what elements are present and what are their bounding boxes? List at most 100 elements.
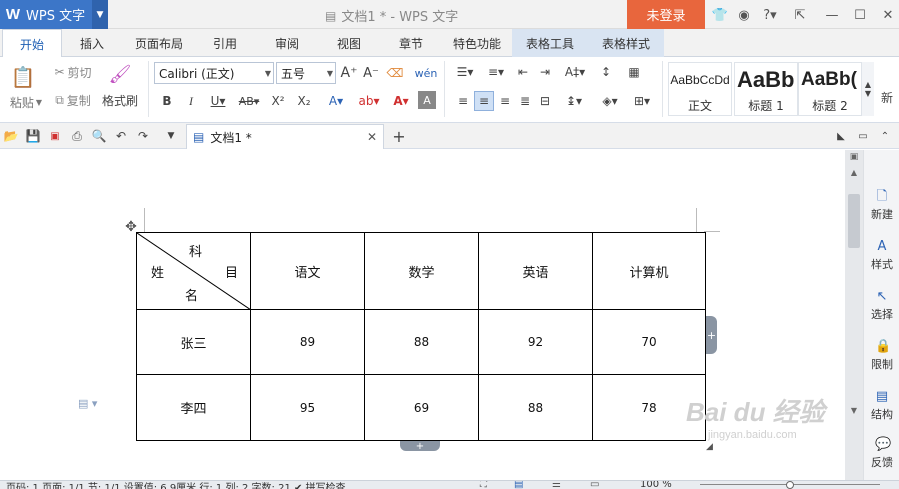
font-name-select[interactable]: Calibri (正文) ▼ (154, 62, 274, 84)
grow-font-icon[interactable]: A⁺ (340, 62, 358, 84)
subscript-icon[interactable]: X₂ (294, 91, 314, 111)
redo-icon[interactable]: ↷ (134, 127, 152, 145)
style-heading1[interactable]: AaBb 标题 1 (734, 62, 798, 116)
tab-table-tools[interactable]: 表格工具 (512, 29, 588, 57)
resize-table-icon[interactable]: ◢ (706, 442, 716, 452)
expand-icon[interactable]: ⌃ (878, 127, 892, 145)
outline-view-icon[interactable]: ☰ (552, 481, 561, 489)
align-right-icon[interactable]: ≡ (496, 91, 514, 111)
new-tab-icon[interactable]: + (390, 126, 408, 146)
side-style-button[interactable]: A 样式 (864, 240, 899, 272)
underline-icon[interactable]: U▾ (206, 91, 230, 111)
help-icon[interactable]: ?▾ (758, 5, 782, 25)
collapse-icon[interactable]: ◣ (834, 127, 848, 145)
style-gallery-scroll[interactable]: ▲ ▼ (862, 62, 874, 116)
student-name-cell[interactable]: 张三 (136, 309, 251, 375)
distribute-icon[interactable]: ⊟ (536, 91, 554, 111)
format-painter-button[interactable]: 格式刷 (98, 91, 142, 109)
italic-icon[interactable]: I (182, 91, 200, 111)
score-cell[interactable]: 89 (250, 309, 365, 375)
increase-indent-icon[interactable]: ⇥ (536, 62, 554, 82)
score-cell[interactable]: 78 (592, 374, 706, 441)
zoom-slider-thumb[interactable] (786, 481, 794, 489)
column-header[interactable]: 数学 (364, 232, 479, 310)
format-painter-icon[interactable]: 🖌 (100, 61, 140, 87)
side-feedback-button[interactable]: 💬 反馈 (864, 438, 899, 470)
minimize-icon[interactable]: — (822, 5, 842, 25)
shading-icon[interactable]: ◈▾ (596, 91, 624, 111)
pdf-icon[interactable]: ▣ (46, 127, 64, 145)
skin-icon[interactable]: 👕 (710, 5, 730, 25)
superscript-icon[interactable]: X² (268, 91, 288, 111)
vertical-scrollbar[interactable]: ▣ ▲ ▼ (845, 150, 863, 480)
score-cell[interactable]: 92 (478, 309, 593, 375)
scroll-down-icon[interactable]: ▼ (847, 406, 861, 418)
chat-icon[interactable]: ◉ (734, 5, 754, 25)
login-button[interactable]: 未登录 (627, 0, 705, 29)
window-mode-icon[interactable]: ▭ (856, 127, 870, 145)
tab-page-layout[interactable]: 页面布局 (124, 29, 194, 57)
close-icon[interactable]: ✕ (878, 5, 898, 25)
diagonal-header-cell[interactable]: 科 目 姓 名 (136, 232, 251, 310)
tab-references[interactable]: 引用 (200, 29, 250, 57)
zoom-level[interactable]: 100 % (640, 481, 672, 489)
tab-chapter[interactable]: 章节 (386, 29, 436, 57)
text-effect-icon[interactable]: A▾ (322, 91, 350, 111)
maximize-icon[interactable]: ☐ (850, 5, 870, 25)
shrink-font-icon[interactable]: A⁻ (362, 62, 380, 84)
copy-button[interactable]: ⧉ 复制 (50, 91, 96, 109)
style-normal[interactable]: AaBbCcDd 正文 (668, 62, 732, 116)
column-header[interactable]: 英语 (478, 232, 593, 310)
paragraph-layout-icon[interactable]: ▤ ▾ (78, 397, 106, 413)
print-icon[interactable]: ⎙ (68, 127, 86, 145)
tab-view[interactable]: 视图 (324, 29, 374, 57)
font-color-icon[interactable]: A▾ (388, 91, 414, 111)
table-grid-icon[interactable]: ▦ (624, 62, 644, 82)
tab-review[interactable]: 审阅 (262, 29, 312, 57)
strikethrough-icon[interactable]: AB▾ (234, 91, 264, 111)
justify-icon[interactable]: ≣ (516, 91, 534, 111)
highlight-icon[interactable]: ab▾ (354, 91, 384, 111)
side-restrict-button[interactable]: 🔒 限制 (864, 340, 899, 372)
char-shading-icon[interactable]: A (418, 91, 436, 109)
score-cell[interactable]: 69 (364, 374, 479, 441)
font-size-select[interactable]: 五号 ▼ (276, 62, 336, 84)
document-tab[interactable]: ▤ 文档1 * ✕ (186, 124, 384, 149)
paste-button[interactable]: 粘贴 ▼ (6, 93, 46, 111)
tab-features[interactable]: 特色功能 (446, 29, 508, 57)
side-structure-button[interactable]: ▤ 结构 (864, 390, 899, 422)
borders-icon[interactable]: ⊞▾ (628, 91, 656, 111)
customize-toolbar-icon[interactable]: ▼ (162, 127, 180, 145)
open-icon[interactable]: 📂 (2, 127, 20, 145)
style-heading2[interactable]: AaBb( 标题 2 (798, 62, 862, 116)
close-tab-icon[interactable]: ✕ (367, 130, 377, 144)
new-style-button[interactable]: 新 (876, 87, 898, 107)
chinese-layout-icon[interactable]: A‡▾ (560, 62, 590, 82)
restore-ribbon-icon[interactable]: ⇱ (790, 5, 810, 25)
tab-start[interactable]: 开始 (2, 29, 62, 58)
align-left-icon[interactable]: ≡ (454, 91, 472, 111)
add-column-icon[interactable]: + (706, 316, 717, 354)
bullet-list-icon[interactable]: ☰▾ (452, 62, 478, 82)
side-new-button[interactable]: 🗋 新建 (864, 190, 899, 222)
scroll-up-icon[interactable]: ▲ (847, 168, 861, 180)
column-header[interactable]: 语文 (250, 232, 365, 310)
side-select-button[interactable]: ↖ 选择 (864, 290, 899, 322)
score-cell[interactable]: 70 (592, 309, 706, 375)
tab-insert[interactable]: 插入 (66, 29, 118, 57)
student-name-cell[interactable]: 李四 (136, 374, 251, 441)
phonetic-icon[interactable]: wén (412, 62, 440, 84)
paste-icon[interactable]: 📋 (8, 63, 38, 91)
web-view-icon[interactable]: ▭ (590, 481, 599, 489)
scroll-thumb[interactable] (848, 194, 860, 248)
decrease-indent-icon[interactable]: ⇤ (514, 62, 532, 82)
split-icon[interactable]: ▣ (847, 152, 861, 164)
fullscreen-icon[interactable]: ⛶ (480, 481, 487, 489)
score-cell[interactable]: 88 (478, 374, 593, 441)
score-cell[interactable]: 88 (364, 309, 479, 375)
score-table[interactable]: 科 目 姓 名 语文 数学 英语 计算机 张三 89 88 92 70 李四 9… (136, 232, 706, 441)
undo-icon[interactable]: ↶ (112, 127, 130, 145)
align-center-icon[interactable]: ≡ (474, 91, 494, 111)
chevron-down-icon[interactable]: ▼ (92, 0, 108, 29)
add-row-icon[interactable]: + (400, 441, 440, 452)
